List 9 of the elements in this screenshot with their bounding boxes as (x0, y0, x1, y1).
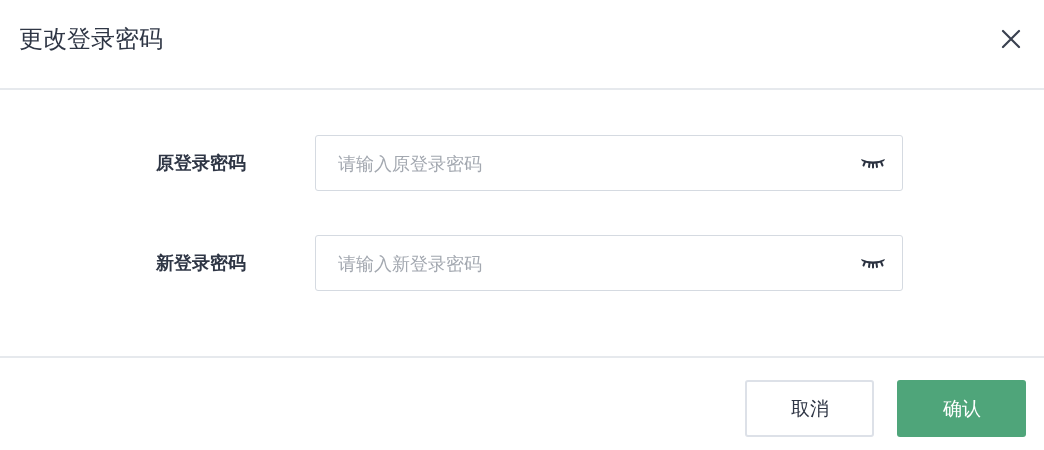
closed-eye-icon[interactable] (860, 157, 886, 169)
close-icon[interactable] (1000, 28, 1022, 50)
closed-eye-icon[interactable] (860, 257, 886, 269)
field-label: 原登录密码 (155, 151, 246, 175)
password-field[interactable]: 请输入新登录密码 (315, 235, 903, 291)
cancel-button[interactable]: 取消 (745, 380, 874, 437)
password-field[interactable]: 请输入原登录密码 (315, 135, 903, 191)
field-label: 新登录密码 (155, 251, 246, 275)
dialog-title: 更改登录密码 (19, 24, 163, 55)
